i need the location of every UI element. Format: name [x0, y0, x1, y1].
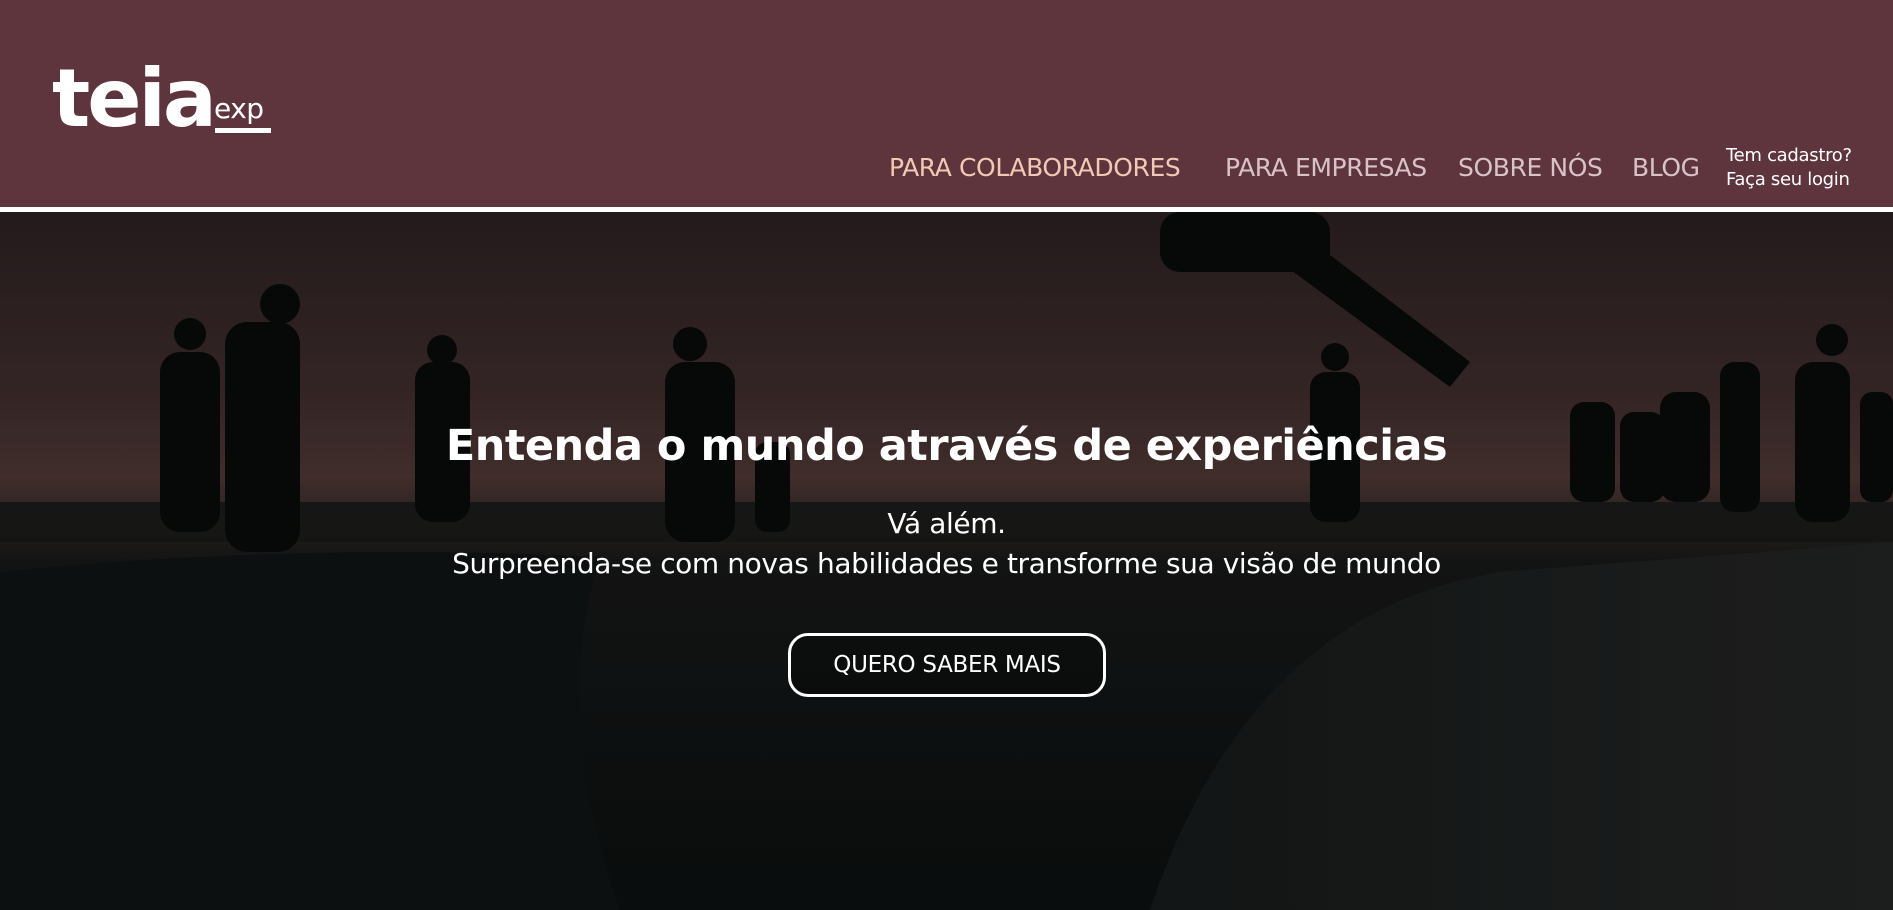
logo-suffix: exp	[214, 92, 264, 125]
login-link[interactable]: Tem cadastro? Faça seu login	[1726, 144, 1852, 192]
quero-saber-mais-button[interactable]: QUERO SABER MAIS	[788, 633, 1106, 697]
nav-link-para-empresas[interactable]: PARA EMPRESAS	[1225, 151, 1427, 185]
main-nav: PARA COLABORADORES PARA EMPRESAS SOBRE N…	[0, 151, 1893, 185]
login-prompt: Tem cadastro?	[1726, 145, 1852, 166]
nav-link-sobre-nos[interactable]: SOBRE NÓS	[1458, 151, 1603, 185]
nav-link-blog[interactable]: BLOG	[1632, 151, 1700, 185]
hero-title: Entenda o mundo através de experiências	[445, 421, 1448, 471]
logo-underline	[215, 128, 271, 133]
login-label: Faça seu login	[1726, 169, 1850, 190]
hero-banner: Entenda o mundo através de experiências …	[0, 212, 1893, 910]
teia-exp-logo[interactable]: teia exp	[52, 58, 292, 148]
hero-subtitle-line1: Vá além.	[887, 507, 1006, 540]
site-header: teia exp PARA COLABORADORES PARA EMPRESA…	[0, 0, 1893, 207]
hero-subtitle-line2: Surpreenda-se com novas habilidades e tr…	[452, 547, 1441, 580]
nav-link-para-colaboradores[interactable]: PARA COLABORADORES	[889, 151, 1181, 185]
logo-wordmark: teia	[52, 52, 217, 145]
